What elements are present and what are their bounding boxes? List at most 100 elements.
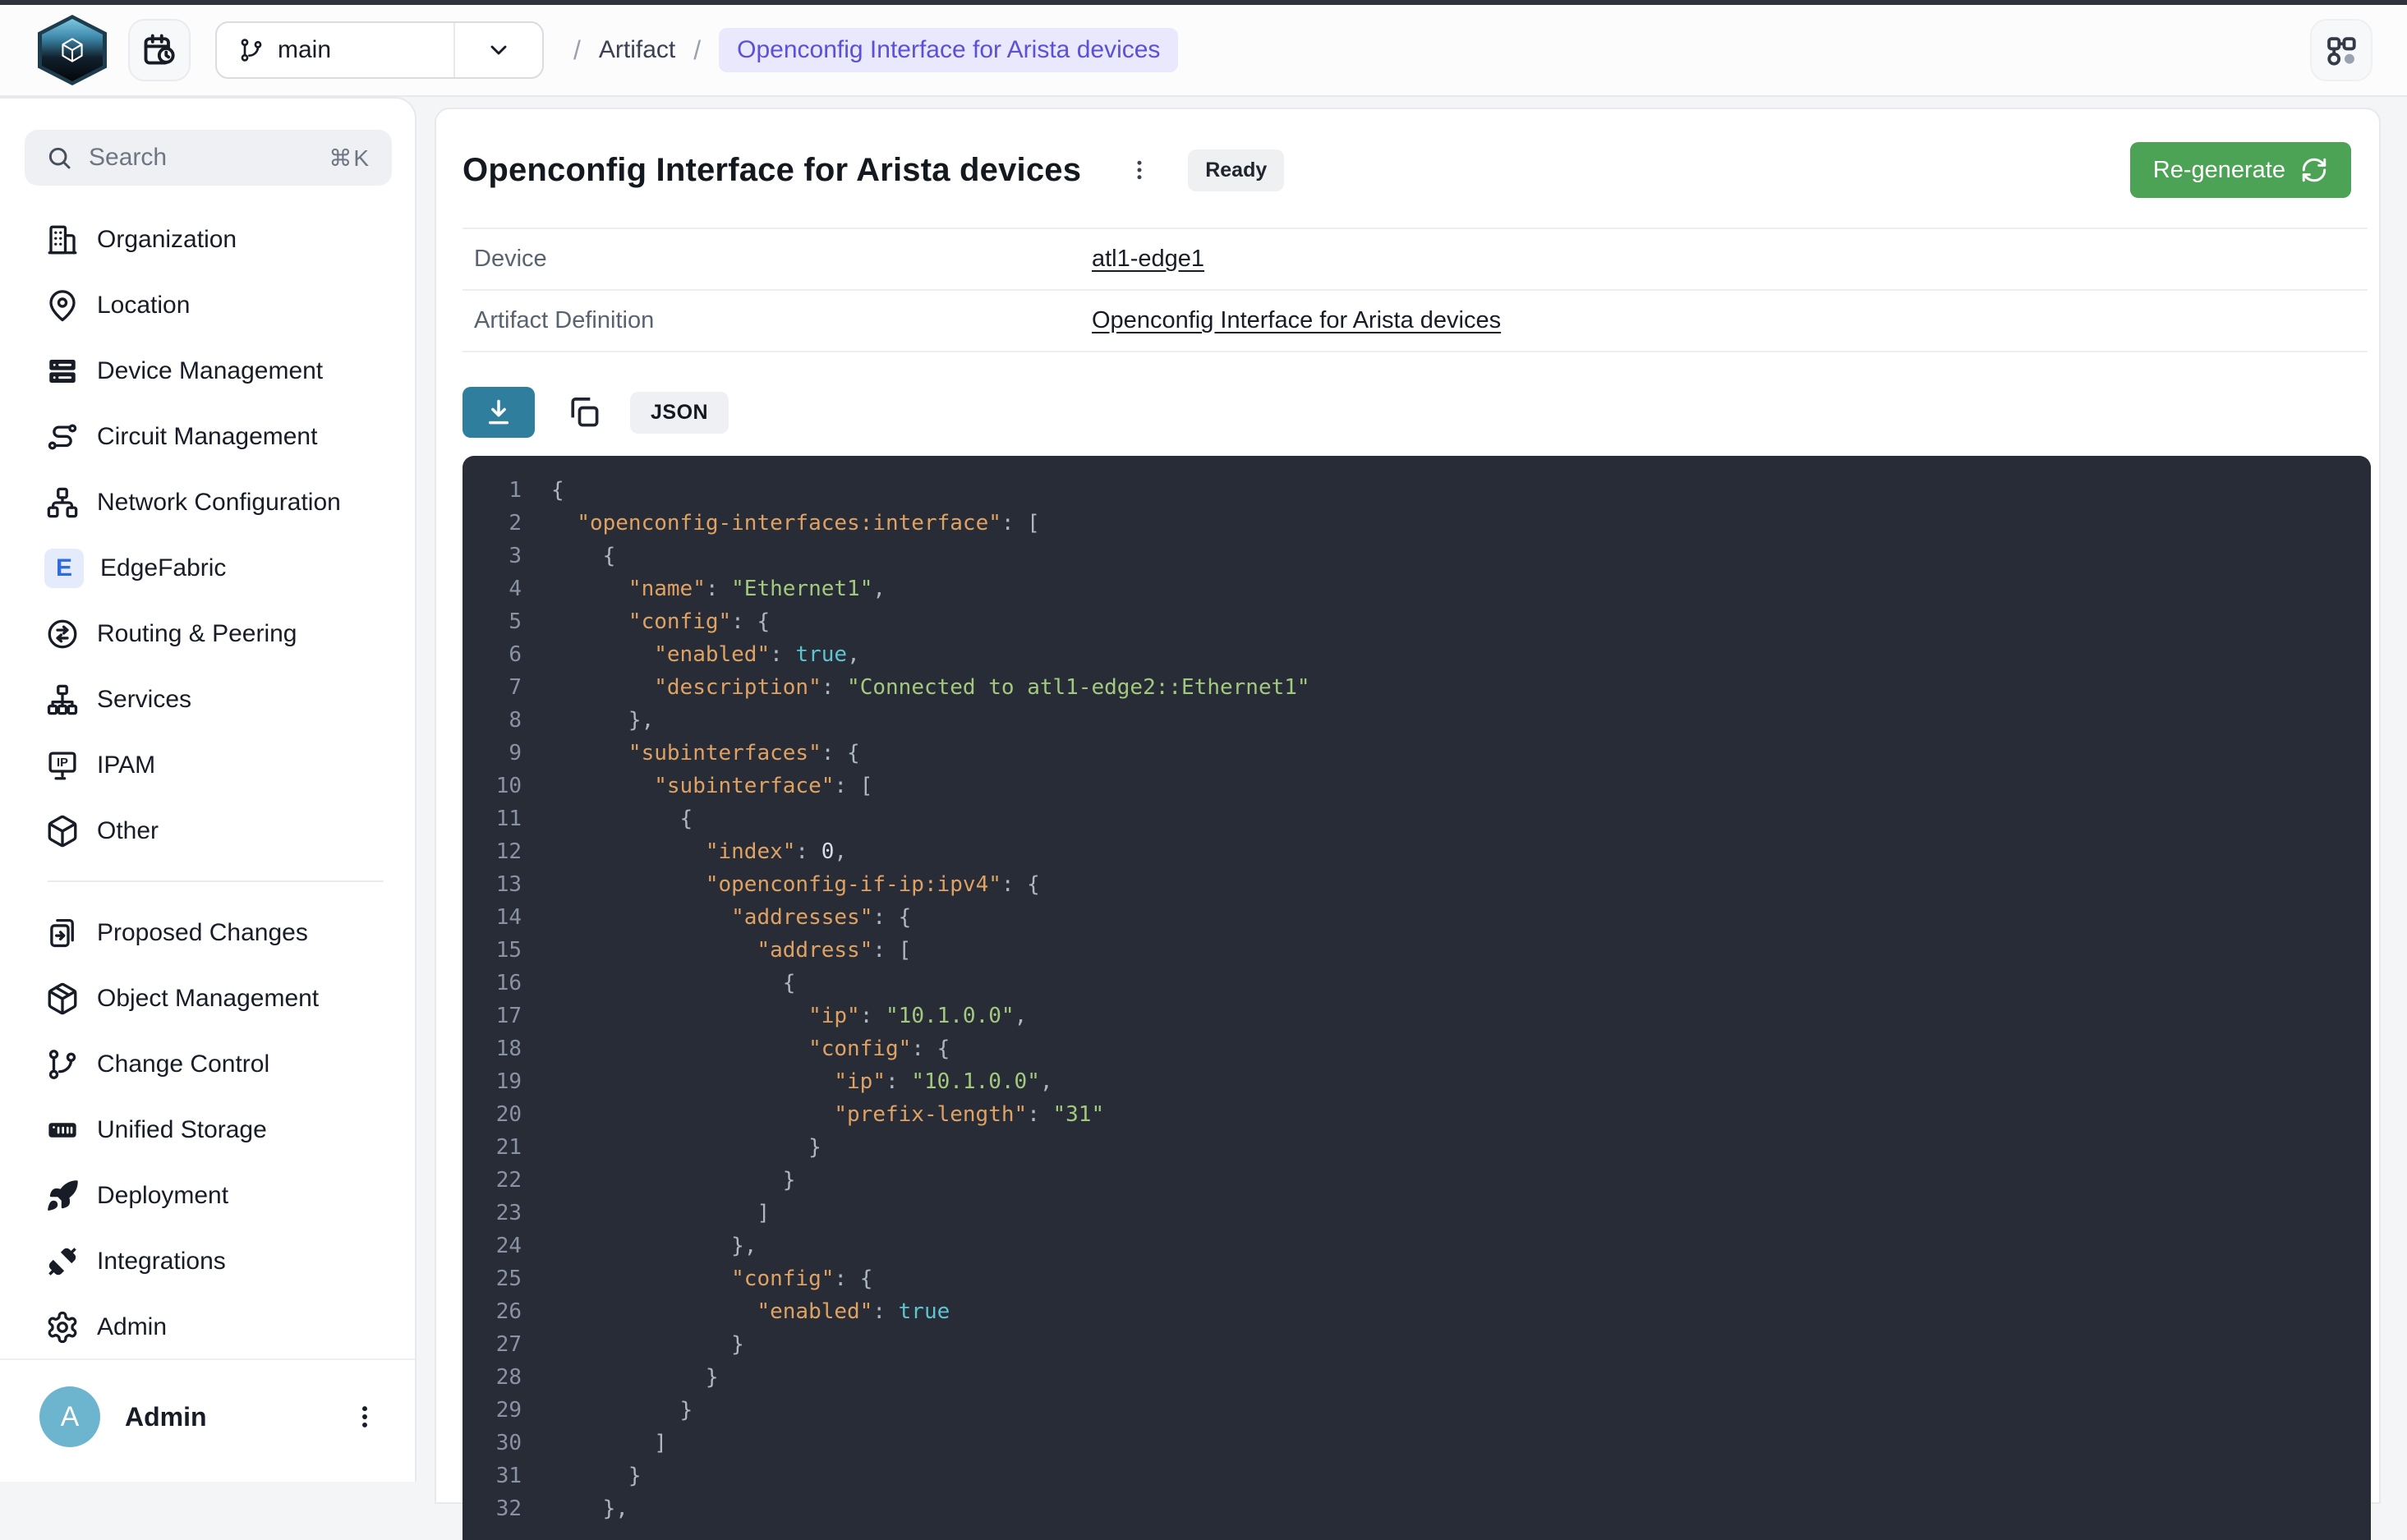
code-text: "config": { bbox=[551, 605, 770, 638]
user-menu-kebab-icon[interactable] bbox=[351, 1403, 379, 1431]
code-text: "subinterfaces": { bbox=[551, 737, 860, 770]
sidebar-item-label: Location bbox=[97, 292, 190, 319]
code-line: 30 ] bbox=[479, 1427, 2371, 1460]
code-line: 26 "enabled": true bbox=[479, 1295, 2371, 1328]
code-viewer[interactable]: 1{2 "openconfig-interfaces:interface": [… bbox=[463, 456, 2371, 1540]
detail-label: Device bbox=[474, 246, 1092, 273]
code-text: }, bbox=[551, 704, 654, 737]
sidebar-item-admin[interactable]: Admin bbox=[23, 1294, 408, 1360]
sidebar: Search ⌘K Organization Location Device Man… bbox=[0, 97, 417, 1482]
main-content: Openconfig Interface for Arista devices … bbox=[435, 108, 2381, 1504]
line-number: 30 bbox=[479, 1427, 522, 1460]
copy-button[interactable] bbox=[566, 394, 602, 430]
line-number: 7 bbox=[479, 671, 522, 704]
sidebar-item-ipam[interactable]: IPIPAM bbox=[23, 733, 408, 798]
code-text: ] bbox=[551, 1197, 770, 1230]
calendar-clock-button[interactable] bbox=[128, 19, 191, 81]
branch-name: main bbox=[278, 36, 331, 64]
code-text: } bbox=[551, 1361, 719, 1394]
sidebar-item-label: IPAM bbox=[97, 752, 155, 779]
code-text: } bbox=[551, 1394, 693, 1427]
sidebar-item-edgefabric[interactable]: EEdgeFabric bbox=[23, 536, 408, 601]
code-line: 23 ] bbox=[479, 1197, 2371, 1230]
sidebar-item-network-configuration[interactable]: Network Configuration bbox=[23, 470, 408, 536]
code-text: "openconfig-if-ip:ipv4": { bbox=[551, 868, 1040, 901]
circuit-icon bbox=[44, 419, 81, 455]
regenerate-label: Re-generate bbox=[2153, 157, 2285, 184]
sidebar-item-location[interactable]: Location bbox=[23, 273, 408, 338]
branch-selector-value: main bbox=[217, 36, 453, 64]
breadcrumb-separator: / bbox=[573, 35, 581, 66]
workflow-icon bbox=[2322, 31, 2360, 69]
sidebar-nav: Organization Location Device ManagementCir… bbox=[0, 207, 415, 1360]
breadcrumb-artifact-link[interactable]: Artifact bbox=[599, 36, 675, 64]
sidebar-item-other[interactable]: Other bbox=[23, 798, 408, 864]
line-number: 22 bbox=[479, 1164, 522, 1197]
sidebar-item-unified-storage[interactable]: Unified Storage bbox=[23, 1097, 408, 1163]
code-line: 27 } bbox=[479, 1328, 2371, 1361]
branch-selector[interactable]: main bbox=[215, 21, 544, 79]
avatar[interactable]: A bbox=[39, 1386, 100, 1447]
sidebar-item-deployment[interactable]: Deployment bbox=[23, 1163, 408, 1229]
code-line: 19 "ip": "10.1.0.0", bbox=[479, 1065, 2371, 1098]
line-number: 10 bbox=[479, 770, 522, 802]
status-badge: Ready bbox=[1188, 149, 1284, 191]
code-text: } bbox=[551, 1131, 822, 1164]
box-icon bbox=[44, 813, 81, 849]
git-branch-icon bbox=[44, 1046, 81, 1083]
page-title: Openconfig Interface for Arista devices bbox=[463, 152, 1081, 189]
code-line: 6 "enabled": true, bbox=[479, 638, 2371, 671]
sidebar-item-circuit-management[interactable]: Circuit Management bbox=[23, 404, 408, 470]
code-text: "addresses": { bbox=[551, 901, 911, 934]
detail-value-link[interactable]: Openconfig Interface for Arista devices bbox=[1092, 307, 1501, 334]
code-line: 3 { bbox=[479, 540, 2371, 572]
package-icon bbox=[44, 981, 81, 1017]
code-text: } bbox=[551, 1164, 795, 1197]
line-number: 23 bbox=[479, 1197, 522, 1230]
sidebar-item-device-management[interactable]: Device Management bbox=[23, 338, 408, 404]
code-line: 16 { bbox=[479, 967, 2371, 1000]
sidebar-item-routing-peering[interactable]: Routing & Peering bbox=[23, 601, 408, 667]
line-number: 17 bbox=[479, 1000, 522, 1032]
line-number: 20 bbox=[479, 1098, 522, 1131]
hierarchy-icon bbox=[44, 682, 81, 718]
line-number: 18 bbox=[479, 1032, 522, 1065]
line-number: 26 bbox=[479, 1295, 522, 1328]
code-line: 7 "description": "Connected to atl1-edge… bbox=[479, 671, 2371, 704]
building-icon bbox=[44, 222, 81, 258]
sidebar-item-services[interactable]: Services bbox=[23, 667, 408, 733]
branch-dropdown-toggle[interactable] bbox=[453, 23, 542, 77]
user-name: Admin bbox=[125, 1402, 207, 1432]
sidebar-item-object-management[interactable]: Object Management bbox=[23, 966, 408, 1032]
sidebar-item-proposed-changes[interactable]: Proposed Changes bbox=[23, 900, 408, 966]
code-line: 31 } bbox=[479, 1460, 2371, 1492]
workflow-apps-button[interactable] bbox=[2310, 19, 2372, 81]
code-text: "enabled": true bbox=[551, 1295, 950, 1328]
page-actions-kebab-icon[interactable] bbox=[1127, 158, 1152, 182]
detail-row-device: Deviceatl1-edge1 bbox=[463, 229, 2368, 291]
line-number: 14 bbox=[479, 901, 522, 934]
detail-value-link[interactable]: atl1-edge1 bbox=[1092, 246, 1204, 273]
breadcrumb-current-page[interactable]: Openconfig Interface for Arista devices bbox=[719, 28, 1178, 72]
search-icon bbox=[46, 145, 72, 171]
sidebar-item-change-control[interactable]: Change Control bbox=[23, 1032, 408, 1097]
code-text: "ip": "10.1.0.0", bbox=[551, 1000, 1027, 1032]
code-text: { bbox=[551, 474, 564, 507]
code-line: 9 "subinterfaces": { bbox=[479, 737, 2371, 770]
code-text: "name": "Ethernet1", bbox=[551, 572, 886, 605]
sidebar-item-label: Admin bbox=[97, 1313, 167, 1341]
code-text: "address": [ bbox=[551, 934, 911, 967]
code-line: 28 } bbox=[479, 1361, 2371, 1394]
line-number: 25 bbox=[479, 1262, 522, 1295]
code-text: "config": { bbox=[551, 1262, 872, 1295]
code-text: "description": "Connected to atl1-edge2:… bbox=[551, 671, 1310, 704]
download-button[interactable] bbox=[463, 387, 535, 438]
sidebar-item-integrations[interactable]: Integrations bbox=[23, 1229, 408, 1294]
app-logo[interactable] bbox=[38, 15, 107, 85]
code-text: "enabled": true, bbox=[551, 638, 860, 671]
search-input[interactable]: Search ⌘K bbox=[25, 130, 392, 186]
line-number: 27 bbox=[479, 1328, 522, 1361]
sidebar-item-organization[interactable]: Organization bbox=[23, 207, 408, 273]
code-line: 10 "subinterface": [ bbox=[479, 770, 2371, 802]
regenerate-button[interactable]: Re-generate bbox=[2130, 142, 2351, 198]
